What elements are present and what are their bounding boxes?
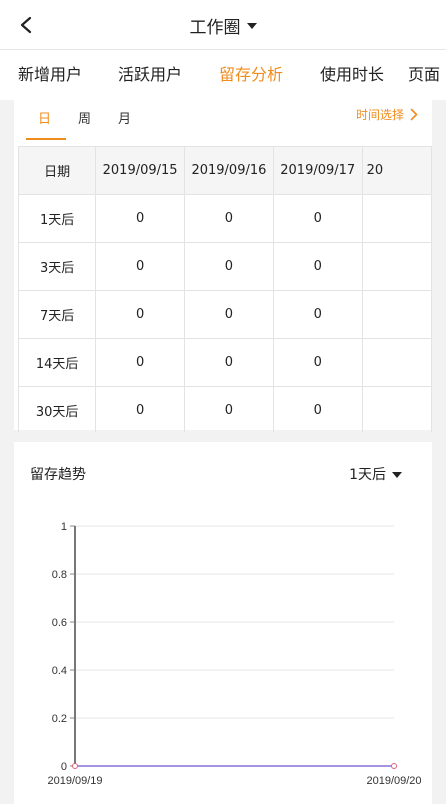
table-cell: 0 bbox=[95, 194, 186, 243]
tab-usage-duration[interactable]: 使用时长 bbox=[302, 50, 402, 100]
analysis-tabs: 新增用户 活跃用户 留存分析 使用时长 页面 bbox=[0, 50, 446, 100]
header-cell: 2019/09/17 bbox=[272, 146, 363, 195]
data-point bbox=[391, 763, 397, 769]
table-cell bbox=[361, 242, 432, 291]
row-label-cell: 7天后 bbox=[18, 290, 97, 339]
row-label-cell: 14天后 bbox=[18, 338, 97, 387]
table-cell: 0 bbox=[184, 290, 274, 339]
y-tick-label: 1 bbox=[61, 521, 67, 533]
retention-trend-chart: 0 0.2 0.4 0.6 0.8 1 2019/09/19 2019/09/20 bbox=[47, 521, 421, 787]
table-cell: 0 bbox=[95, 290, 186, 339]
period-tab-week[interactable]: 周 bbox=[78, 108, 91, 127]
table-row: 7天后 0 0 0 bbox=[18, 290, 432, 339]
retention-card: 日 周 月 时间选择 日期 2019/09/15 2019/09/16 2019… bbox=[14, 100, 432, 432]
header-cell: 20 bbox=[361, 146, 432, 195]
tab-active-users[interactable]: 活跃用户 bbox=[100, 50, 200, 100]
tab-page[interactable]: 页面 bbox=[408, 50, 446, 100]
period-tab-indicator bbox=[26, 138, 66, 140]
table-row: 1天后 0 0 0 bbox=[18, 194, 432, 243]
y-tick-label: 0.4 bbox=[52, 665, 67, 677]
row-label-cell: 3天后 bbox=[18, 242, 97, 291]
top-navbar: 工作圈 bbox=[0, 0, 446, 50]
table-row: 30天后 0 0 0 bbox=[18, 386, 432, 432]
table-cell: 0 bbox=[272, 242, 363, 291]
row-label-cell: 1天后 bbox=[18, 194, 97, 243]
table-header-row: 日期 2019/09/15 2019/09/16 2019/09/17 20 bbox=[18, 146, 432, 195]
table-row: 3天后 0 0 0 bbox=[18, 242, 432, 291]
table-row: 14天后 0 0 0 bbox=[18, 338, 432, 387]
header-cell-date: 日期 bbox=[18, 146, 97, 195]
retention-trend-card: 留存趋势 1天后 0 0.2 0.4 0.6 0.8 1 2019/09/19 2019/09… bbox=[14, 442, 432, 804]
table-cell bbox=[361, 386, 432, 432]
table-cell bbox=[361, 338, 432, 387]
caret-down-icon bbox=[246, 23, 257, 29]
tab-retention-analysis[interactable]: 留存分析 bbox=[200, 50, 302, 100]
retention-table: 日期 2019/09/15 2019/09/16 2019/09/17 20 1… bbox=[18, 146, 432, 432]
time-select-label: 时间选择 bbox=[355, 108, 404, 122]
group-selector[interactable]: 工作圈 bbox=[0, 0, 446, 50]
table-cell: 0 bbox=[184, 242, 274, 291]
x-tick-label: 2019/09/20 bbox=[366, 775, 421, 787]
table-cell: 0 bbox=[272, 194, 363, 243]
y-tick-label: 0.2 bbox=[52, 713, 67, 725]
data-point bbox=[72, 763, 78, 769]
header-cell: 2019/09/15 bbox=[95, 146, 186, 195]
period-tab-month[interactable]: 月 bbox=[118, 108, 131, 127]
retention-table-scroll[interactable]: 日期 2019/09/15 2019/09/16 2019/09/17 20 1… bbox=[18, 146, 432, 432]
page-title: 工作圈 bbox=[189, 17, 241, 38]
table-cell: 0 bbox=[95, 338, 186, 387]
row-label-cell: 30天后 bbox=[18, 386, 97, 432]
tab-new-users[interactable]: 新增用户 bbox=[0, 50, 100, 100]
table-cell bbox=[361, 290, 432, 339]
table-cell: 0 bbox=[272, 386, 363, 432]
y-tick-label: 0.6 bbox=[52, 617, 67, 629]
header-cell: 2019/09/16 bbox=[184, 146, 274, 195]
chevron-right-icon bbox=[410, 108, 418, 121]
table-cell: 0 bbox=[272, 338, 363, 387]
y-tick-label: 0.8 bbox=[52, 569, 67, 581]
time-select-button[interactable]: 时间选择 bbox=[356, 106, 418, 123]
table-cell: 0 bbox=[95, 386, 186, 432]
table-cell: 0 bbox=[95, 242, 186, 291]
period-tab-day[interactable]: 日 bbox=[38, 108, 51, 127]
y-tick-label: 0 bbox=[61, 761, 67, 773]
table-cell: 0 bbox=[184, 338, 274, 387]
x-tick-label: 2019/09/19 bbox=[47, 775, 102, 787]
period-tabs: 日 周 月 时间选择 bbox=[14, 100, 432, 144]
table-cell: 0 bbox=[184, 386, 274, 432]
table-cell bbox=[361, 194, 432, 243]
table-cell: 0 bbox=[184, 194, 274, 243]
table-cell: 0 bbox=[272, 290, 363, 339]
